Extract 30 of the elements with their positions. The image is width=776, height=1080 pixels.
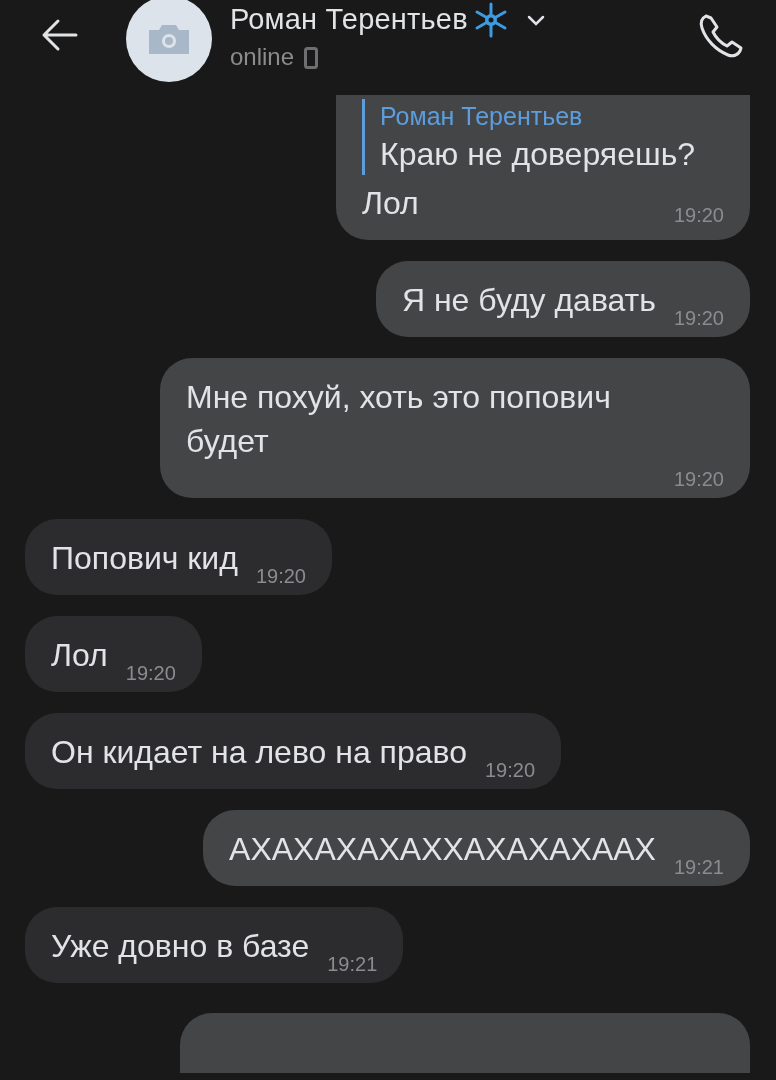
message-time: 19:20 <box>672 308 724 328</box>
message-bubble[interactable]: Уже довно в базе 19:21 <box>25 907 404 983</box>
message-text: Лол <box>51 636 108 675</box>
message-bubble[interactable]: Лол 19:20 <box>25 616 202 692</box>
message-bubble[interactable]: АХАХАХАХАХХАХАХАХААХ 19:21 <box>203 810 750 886</box>
message-bubble[interactable]: Он кидает на лево на право 19:20 <box>25 713 561 789</box>
message-bubble[interactable]: Я не буду давать 19:20 <box>375 261 750 337</box>
message-text: Мне похуй, хоть это попович будет <box>186 378 612 461</box>
quoted-author: Роман Терентьев <box>380 101 584 132</box>
message-text: Уже довно в базе <box>51 927 310 966</box>
message-time: 19:20 <box>254 566 306 586</box>
camera-icon <box>147 23 191 54</box>
online-status: online <box>230 42 295 71</box>
message-time: 19:20 <box>124 663 176 683</box>
message-time: 19:21 <box>672 857 724 877</box>
quoted-text: Краю не доверяешь? <box>380 135 697 174</box>
message-text: Лол <box>362 184 419 223</box>
message-text: АХАХАХАХАХХАХАХАХААХ <box>229 830 656 869</box>
message-text: Попович кид <box>51 539 238 578</box>
message-time: 19:20 <box>483 760 535 780</box>
message-text: Он кидает на лево на право <box>51 733 467 772</box>
message-bubble[interactable]: Роман Терентьев Краю не доверяешь? Лол 19:20 <box>336 95 750 240</box>
message-time: 19:20 <box>672 469 724 489</box>
phone-icon <box>304 46 319 69</box>
contact-name[interactable]: Роман Терентьев <box>230 3 468 36</box>
message-text: Я не буду давать <box>401 281 656 320</box>
message-time: 19:21 <box>326 954 378 974</box>
message-bubble[interactable]: Мне похуй, хоть это попович будет 19:20 <box>160 358 750 498</box>
message-time: 19:20 <box>673 205 724 225</box>
message-bubble[interactable]: Попович кид 19:20 <box>25 519 332 595</box>
